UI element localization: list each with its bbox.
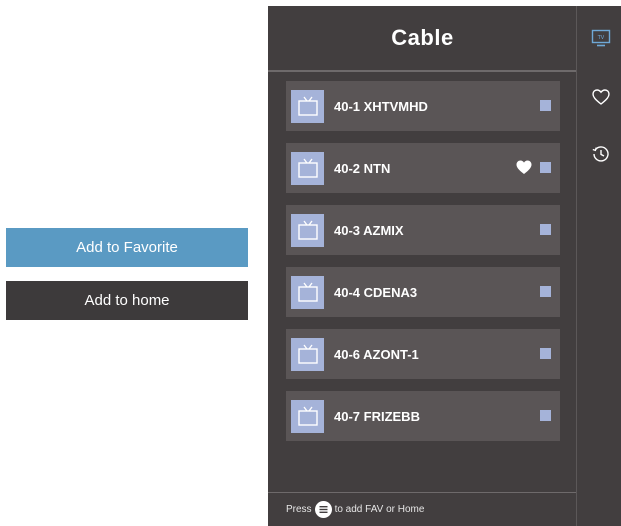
footer-divider [268,492,577,493]
channel-list: 40-1 XHTVMHD 40-2 NTN 40-3 AZMIX 40-4 CD… [286,81,560,453]
select-indicator [540,162,551,173]
select-indicator [540,224,551,235]
channel-name: 40-3 AZMIX [334,222,404,238]
channel-name: 40-6 AZONT-1 [334,346,419,362]
channel-row[interactable]: 40-6 AZONT-1 [286,329,560,379]
tv-thumbnail-icon [291,275,324,309]
tv-thumbnail-icon [291,151,324,185]
header-divider [268,70,577,72]
tv-thumbnail-icon [291,213,324,247]
add-to-home-label: Add to home [84,292,170,309]
channel-list-panel: Cable 40-1 XHTVMHD 40-2 NTN 40-3 AZMIX 4… [268,6,577,526]
select-indicator [540,286,551,297]
footer-hint: Press to add FAV or Home [286,499,424,519]
history-icon[interactable] [591,144,611,164]
menu-key-icon [314,500,332,518]
footer-press-text: Press [286,503,312,515]
tv-icon[interactable]: TV [591,28,611,48]
tv-thumbnail-icon [291,399,324,433]
tv-thumbnail-icon [291,89,324,123]
heart-outline-icon[interactable] [591,87,611,107]
panel-title: Cable [391,25,454,50]
add-to-favorite-button[interactable]: Add to Favorite [6,228,248,267]
channel-name: 40-1 XHTVMHD [334,98,428,114]
footer-action-text: to add FAV or Home [334,503,425,515]
channel-row[interactable]: 40-4 CDENA3 [286,267,560,317]
select-indicator [540,410,551,421]
select-indicator [540,348,551,359]
category-rail: TV [577,6,621,526]
select-indicator [540,100,551,111]
tv-icon-label: TV [597,35,605,41]
tv-thumbnail-icon [291,337,324,371]
channel-row[interactable]: 40-1 XHTVMHD [286,81,560,131]
channel-row[interactable]: 40-2 NTN [286,143,560,193]
add-to-home-button[interactable]: Add to home [6,281,248,320]
heart-filled-icon [516,160,532,174]
channel-name: 40-7 FRIZEBB [334,408,420,424]
add-to-favorite-label: Add to Favorite [76,239,178,256]
channel-name: 40-2 NTN [334,160,391,176]
channel-row[interactable]: 40-7 FRIZEBB [286,391,560,441]
channel-row[interactable]: 40-3 AZMIX [286,205,560,255]
channel-name: 40-4 CDENA3 [334,284,418,300]
